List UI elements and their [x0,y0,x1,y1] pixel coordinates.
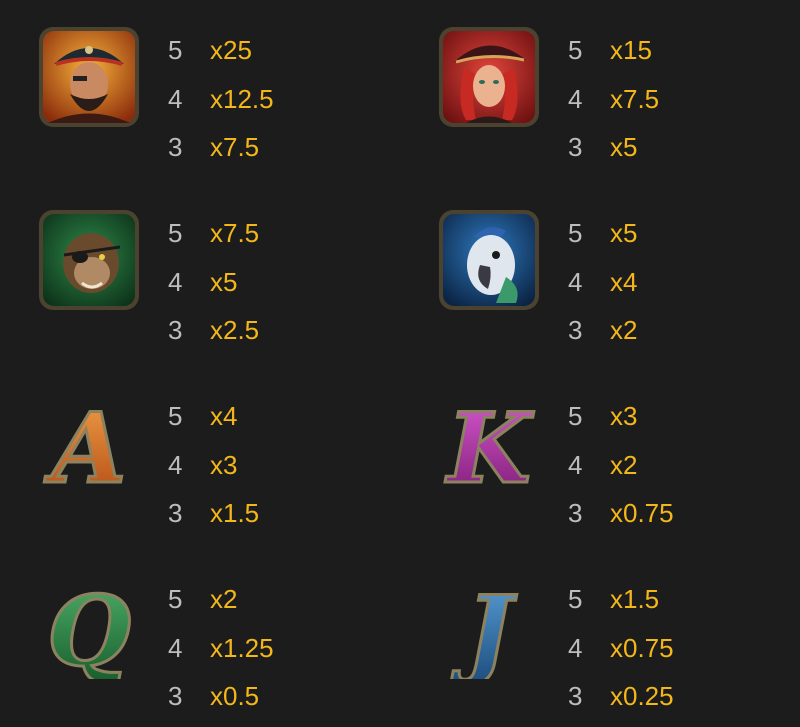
payout-multiplier: x3 [610,401,638,432]
symbol-count: 5 [168,584,183,615]
symbol-count: 3 [568,132,583,163]
symbol-count: 5 [568,584,583,615]
symbol-count: 4 [568,266,583,297]
payout-multiplier: x4 [210,401,238,432]
payout-multiplier: x25 [210,35,252,66]
letter-k-icon: K [436,390,542,497]
paytable-entry-letter-a: A 5 x4 4 x3 3 x1.5 [0,380,400,530]
letter-j-icon: J [436,573,542,680]
payout-multiplier: x2 [610,315,638,346]
symbol-count: 4 [568,83,583,114]
symbol-count: 5 [168,35,183,66]
payout-multiplier: x2 [210,584,238,615]
symbol-count: 5 [168,218,183,249]
payout-row: 5 x15 [568,26,659,75]
payout-row: 4 x0.75 [568,624,674,673]
symbol-count: 5 [568,218,583,249]
payout-multiplier: x12.5 [210,83,274,114]
payout-row: 3 x7.5 [168,123,274,172]
payout-row: 5 x25 [168,26,274,75]
symbol-count: 3 [568,315,583,346]
symbol-count: 4 [168,83,183,114]
payout-multiplier: x5 [610,218,638,249]
paytable: 5 x25 4 x12.5 3 x7.5 5 x15 4 x7.5 3 x5 5… [0,0,800,727]
payout-row: 3 x1.5 [168,489,259,538]
payout-multiplier: x2 [610,449,638,480]
payout-multiplier: x2.5 [210,315,260,346]
payout-row: 4 x1.25 [168,624,274,673]
symbol-count: 3 [568,498,583,529]
payout-row: 5 x5 [568,209,637,258]
payout-row: 5 x4 [168,392,259,441]
payout-multiplier: x1.5 [210,498,260,529]
payout-row: 5 x1.5 [568,575,674,624]
symbol-count: 5 [568,401,583,432]
paytable-entry-letter-q: Q 5 x2 4 x1.25 3 x0.5 [0,563,400,713]
payout-row: 3 x0.25 [568,672,674,721]
payout-row: 4 x2 [568,441,674,490]
pirate-woman-icon [436,24,542,130]
paytable-entry-letter-k: K 5 x3 4 x2 3 x0.75 [400,380,800,530]
parrot-icon [436,207,542,313]
payout-row: 3 x2.5 [168,306,259,355]
letter-a-icon: A [36,390,142,497]
paytable-entry-parrot: 5 x5 4 x4 3 x2 [400,197,800,347]
payout-multiplier: x0.75 [610,632,674,663]
paytable-entry-monkey: 5 x7.5 4 x5 3 x2.5 [0,197,400,347]
symbol-count: 4 [568,449,583,480]
payout-multiplier: x3 [210,449,238,480]
payout-row: 4 x4 [568,258,637,307]
payout-row: 3 x0.75 [568,489,674,538]
payout-multiplier: x1.25 [210,632,274,663]
symbol-count: 3 [168,681,183,712]
symbol-count: 5 [568,35,583,66]
payout-row: 4 x7.5 [568,75,659,124]
symbol-count: 3 [568,681,583,712]
paytable-entry-pirate-captain: 5 x25 4 x12.5 3 x7.5 [0,14,400,164]
svg-text:J: J [450,575,517,679]
payout-multiplier: x0.25 [610,681,674,712]
symbol-count: 3 [168,315,183,346]
symbol-count: 4 [168,632,183,663]
symbol-count: 3 [168,132,183,163]
payout-multiplier: x15 [610,35,652,66]
payout-row: 5 x3 [568,392,674,441]
paytable-entry-pirate-woman: 5 x15 4 x7.5 3 x5 [400,14,800,164]
payout-multiplier: x1.5 [610,584,660,615]
payout-row: 4 x3 [168,441,259,490]
payout-row: 3 x2 [568,306,637,355]
svg-text:A: A [44,392,126,496]
payout-multiplier: x0.75 [610,498,674,529]
payout-row: 3 x5 [568,123,659,172]
symbol-count: 4 [168,266,183,297]
payout-row: 5 x2 [168,575,274,624]
monkey-eyepatch-icon [36,207,142,313]
payout-multiplier: x5 [210,266,238,297]
payout-row: 4 x12.5 [168,75,274,124]
svg-text:K: K [444,392,534,496]
payout-row: 5 x7.5 [168,209,259,258]
svg-text:Q: Q [47,575,131,679]
symbol-count: 4 [168,449,183,480]
symbol-count: 3 [168,498,183,529]
payout-row: 3 x0.5 [168,672,274,721]
pirate-captain-icon [36,24,142,130]
payout-multiplier: x4 [610,266,638,297]
payout-multiplier: x0.5 [210,681,260,712]
payout-multiplier: x5 [610,132,638,163]
paytable-entry-letter-j: J 5 x1.5 4 x0.75 3 x0.25 [400,563,800,713]
letter-q-icon: Q [36,573,142,680]
symbol-count: 5 [168,401,183,432]
symbol-count: 4 [568,632,583,663]
payout-multiplier: x7.5 [210,132,260,163]
payout-multiplier: x7.5 [210,218,260,249]
payout-row: 4 x5 [168,258,259,307]
payout-multiplier: x7.5 [610,83,660,114]
